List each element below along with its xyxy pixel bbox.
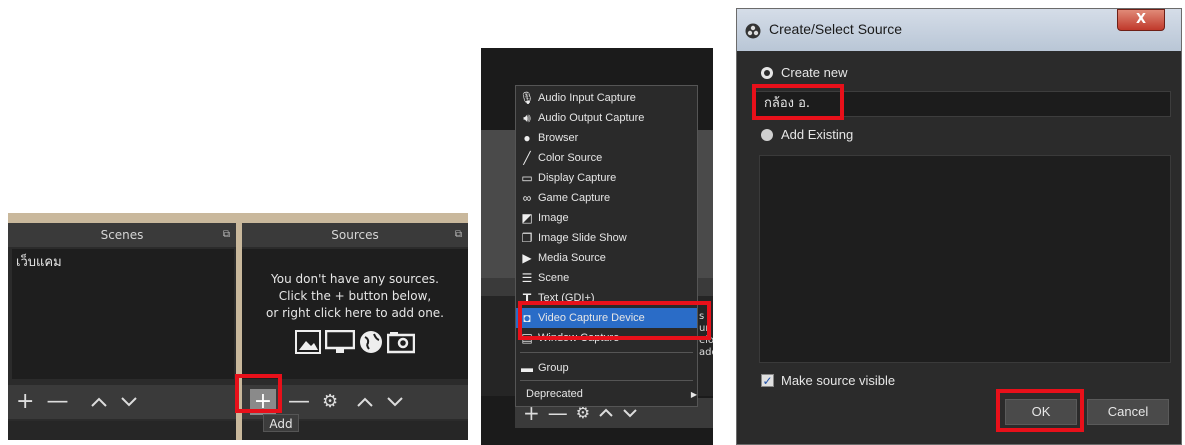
gear-icon[interactable]: ⚙	[322, 389, 338, 415]
empty-line-3: or right click here to add one.	[266, 306, 444, 320]
highlight-ok-button	[996, 389, 1084, 432]
menu-item-audio-output[interactable]: 🔊︎ Audio Output Capture	[516, 108, 697, 128]
move-up-icon[interactable]	[356, 396, 374, 408]
submenu-arrow-icon: ▶	[690, 389, 697, 399]
image-icon	[295, 330, 321, 354]
slideshow-icon: ❐	[521, 231, 533, 245]
gamepad-icon: ∞	[522, 191, 532, 205]
globe-icon	[360, 331, 382, 353]
dialog-title: Create/Select Source	[769, 21, 903, 37]
sources-list[interactable]: You don't have any sources. Click the + …	[242, 249, 468, 379]
list-icon: ☰	[521, 271, 533, 285]
scenes-dock: Scenes ⧉ เว็บแคม + —	[8, 223, 236, 440]
remove-source-icon[interactable]: —	[288, 389, 310, 415]
existing-sources-list[interactable]	[759, 155, 1171, 363]
dialog-titlebar: Create/Select Source X	[737, 9, 1181, 51]
image-icon: ◩	[521, 211, 533, 225]
empty-line-2: Click the + button below,	[278, 289, 432, 303]
play-icon: ▶	[522, 251, 532, 265]
move-up-icon[interactable]	[90, 396, 108, 408]
microphone-icon: 🎙︎	[519, 91, 535, 105]
dock-float-icon[interactable]: ⧉	[223, 223, 230, 247]
add-source-menu: 🎙︎ Audio Input Capture 🔊︎ Audio Output Cap…	[515, 85, 698, 407]
empty-line-1: You don't have any sources.	[271, 272, 439, 286]
add-tooltip: Add	[263, 414, 299, 432]
monitor-icon	[325, 330, 355, 353]
menu-item-image-slide-show[interactable]: ❐ Image Slide Show	[516, 228, 697, 248]
menu-item-display-capture[interactable]: ▭ Display Capture	[516, 168, 697, 188]
menu-separator	[520, 352, 693, 353]
move-down-icon[interactable]	[386, 396, 404, 408]
menu-item-audio-input[interactable]: 🎙︎ Audio Input Capture	[516, 88, 697, 108]
move-up-icon[interactable]	[598, 408, 614, 418]
source-type-icons	[242, 330, 468, 354]
add-scene-icon[interactable]: +	[16, 389, 34, 415]
menu-item-browser[interactable]: ● Browser	[516, 128, 697, 148]
menu-separator	[520, 380, 693, 381]
make-visible-checkbox[interactable]: ✓	[761, 374, 774, 387]
create-select-source-dialog: Create/Select Source X Create new กล้อง …	[736, 8, 1182, 445]
menu-item-scene[interactable]: ☰ Scene	[516, 268, 697, 288]
menu-item-media-source[interactable]: ▶ Media Source	[516, 248, 697, 268]
sources-title: Sources	[331, 228, 379, 242]
menu-item-color-source[interactable]: ╱ Color Source	[516, 148, 697, 168]
globe-icon: ●	[523, 131, 531, 145]
move-down-icon[interactable]	[622, 408, 638, 418]
menu-item-game-capture[interactable]: ∞ Game Capture	[516, 188, 697, 208]
speaker-icon: 🔊︎	[523, 110, 531, 125]
scene-item[interactable]: เว็บแคม	[12, 249, 234, 274]
scenes-list[interactable]: เว็บแคม	[12, 249, 234, 379]
cancel-button[interactable]: Cancel	[1087, 399, 1169, 425]
highlight-source-name	[752, 84, 844, 120]
camera-icon	[387, 332, 415, 354]
remove-scene-icon[interactable]: —	[46, 389, 68, 415]
highlight-video-capture-device	[518, 301, 711, 340]
scenes-toolbar: + —	[8, 385, 236, 419]
menu-item-deprecated[interactable]: Deprecated ▶	[516, 384, 707, 404]
close-button[interactable]: X	[1117, 9, 1165, 31]
highlight-add-button	[235, 374, 282, 413]
create-new-radio[interactable]	[761, 67, 773, 79]
make-visible-label: Make source visible	[781, 373, 896, 388]
scenes-footer	[8, 421, 236, 440]
menu-item-group[interactable]: ▬ Group	[516, 358, 697, 378]
add-existing-radio[interactable]	[761, 129, 773, 141]
sources-dock-header: Sources ⧉	[242, 223, 468, 247]
add-existing-label: Add Existing	[781, 127, 854, 142]
folder-icon: ▬	[521, 361, 533, 375]
menu-item-image[interactable]: ◩ Image	[516, 208, 697, 228]
create-new-label: Create new	[781, 65, 848, 80]
scenes-title: Scenes	[100, 228, 144, 242]
dock-float-icon[interactable]: ⧉	[455, 223, 462, 247]
scenes-dock-header: Scenes ⧉	[8, 223, 236, 247]
monitor-icon: ▭	[521, 171, 533, 185]
obs-logo-icon	[745, 23, 761, 39]
move-down-icon[interactable]	[120, 396, 138, 408]
brush-icon: ╱	[523, 151, 531, 165]
